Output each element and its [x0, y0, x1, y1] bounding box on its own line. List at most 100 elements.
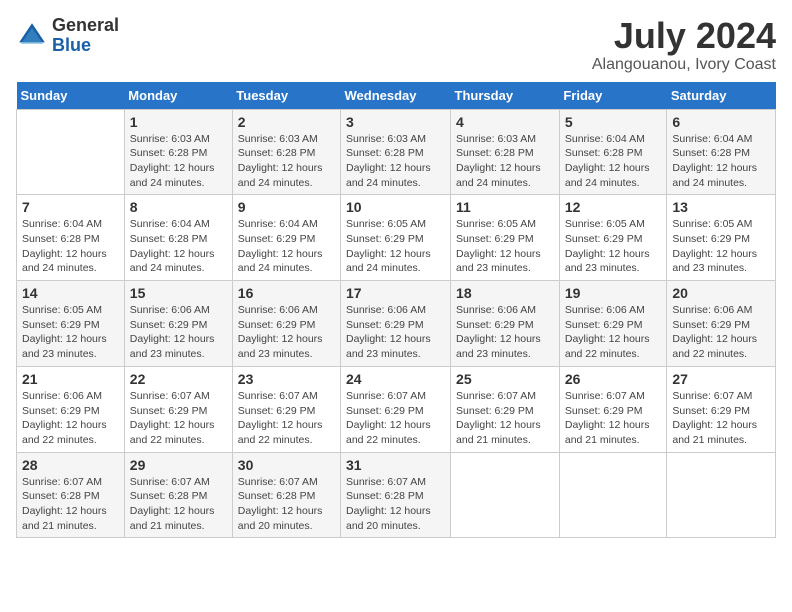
calendar-cell: 1Sunrise: 6:03 AMSunset: 6:28 PMDaylight…	[124, 109, 232, 195]
day-number: 11	[456, 199, 554, 215]
calendar-cell: 3 Sunrise: 6:03 AMSunset: 6:28 PMDaylight…	[341, 109, 451, 195]
day-number: 8	[130, 199, 227, 215]
day-number: 22	[130, 371, 227, 387]
day-info: Sunrise: 6:06 AMSunset: 6:29 PMDaylight:…	[346, 303, 445, 362]
day-info: Sunrise: 6:03 AMSunset: 6:28 PMDaylight:…	[346, 132, 445, 191]
calendar-cell: 19 Sunrise: 6:06 AMSunset: 6:29 PMDayligh…	[559, 281, 667, 367]
day-info: Sunrise: 6:05 AMSunset: 6:29 PMDaylight:…	[22, 303, 119, 362]
calendar-cell: 17 Sunrise: 6:06 AMSunset: 6:29 PMDayligh…	[341, 281, 451, 367]
day-info: Sunrise: 6:04 AMSunset: 6:29 PMDaylight:…	[238, 217, 335, 276]
day-number: 18	[456, 285, 554, 301]
day-info: Sunrise: 6:05 AMSunset: 6:29 PMDaylight:…	[346, 217, 445, 276]
calendar-cell: 15Sunrise: 6:06 AMSunset: 6:29 PMDayligh…	[124, 281, 232, 367]
day-number: 26	[565, 371, 662, 387]
calendar-cell: 5 Sunrise: 6:04 AMSunset: 6:28 PMDaylight…	[559, 109, 667, 195]
calendar-cell	[17, 109, 125, 195]
calendar-cell: 2 Sunrise: 6:03 AMSunset: 6:28 PMDaylight…	[232, 109, 340, 195]
day-number: 21	[22, 371, 119, 387]
calendar-cell: 26 Sunrise: 6:07 AMSunset: 6:29 PMDayligh…	[559, 366, 667, 452]
calendar-cell: 16 Sunrise: 6:06 AMSunset: 6:29 PMDayligh…	[232, 281, 340, 367]
day-info: Sunrise: 6:06 AMSunset: 6:29 PMDaylight:…	[238, 303, 335, 362]
day-info: Sunrise: 6:07 AMSunset: 6:28 PMDaylight:…	[130, 475, 227, 534]
day-info: Sunrise: 6:06 AMSunset: 6:29 PMDaylight:…	[565, 303, 662, 362]
calendar-cell: 20Sunrise: 6:06 AMSunset: 6:29 PMDayligh…	[667, 281, 776, 367]
calendar-cell: 23 Sunrise: 6:07 AMSunset: 6:29 PMDayligh…	[232, 366, 340, 452]
day-number: 3	[346, 114, 445, 130]
day-info: Sunrise: 6:05 AMSunset: 6:29 PMDaylight:…	[672, 217, 770, 276]
day-info: Sunrise: 6:04 AMSunset: 6:28 PMDaylight:…	[672, 132, 770, 191]
day-info: Sunrise: 6:07 AMSunset: 6:29 PMDaylight:…	[238, 389, 335, 448]
day-info: Sunrise: 6:06 AMSunset: 6:29 PMDaylight:…	[672, 303, 770, 362]
logo-text: General Blue	[52, 16, 119, 56]
calendar-cell	[451, 452, 560, 538]
day-number: 28	[22, 457, 119, 473]
day-number: 13	[672, 199, 770, 215]
day-number: 14	[22, 285, 119, 301]
day-info: Sunrise: 6:07 AMSunset: 6:29 PMDaylight:…	[346, 389, 445, 448]
day-number: 10	[346, 199, 445, 215]
day-info: Sunrise: 6:06 AMSunset: 6:29 PMDaylight:…	[456, 303, 554, 362]
calendar-week-row: 1Sunrise: 6:03 AMSunset: 6:28 PMDaylight…	[17, 109, 776, 195]
day-number: 31	[346, 457, 445, 473]
day-info: Sunrise: 6:07 AMSunset: 6:28 PMDaylight:…	[238, 475, 335, 534]
calendar-cell: 9 Sunrise: 6:04 AMSunset: 6:29 PMDaylight…	[232, 195, 340, 281]
day-info: Sunrise: 6:05 AMSunset: 6:29 PMDaylight:…	[565, 217, 662, 276]
calendar-cell: 31 Sunrise: 6:07 AMSunset: 6:28 PMDayligh…	[341, 452, 451, 538]
calendar-cell: 8 Sunrise: 6:04 AMSunset: 6:28 PMDaylight…	[124, 195, 232, 281]
day-info: Sunrise: 6:07 AMSunset: 6:29 PMDaylight:…	[565, 389, 662, 448]
title-area: July 2024 Alangouanou, Ivory Coast	[592, 16, 776, 74]
day-number: 9	[238, 199, 335, 215]
day-number: 25	[456, 371, 554, 387]
calendar-week-row: 28 Sunrise: 6:07 AMSunset: 6:28 PMDayligh…	[17, 452, 776, 538]
calendar-cell: 22 Sunrise: 6:07 AMSunset: 6:29 PMDayligh…	[124, 366, 232, 452]
day-info: Sunrise: 6:04 AMSunset: 6:28 PMDaylight:…	[130, 217, 227, 276]
day-info: Sunrise: 6:03 AMSunset: 6:28 PMDaylight:…	[130, 132, 227, 191]
day-number: 19	[565, 285, 662, 301]
calendar-week-row: 21Sunrise: 6:06 AMSunset: 6:29 PMDayligh…	[17, 366, 776, 452]
calendar-table: SundayMondayTuesdayWednesdayThursdayFrid…	[16, 82, 776, 539]
day-number: 16	[238, 285, 335, 301]
calendar-cell: 7 Sunrise: 6:04 AMSunset: 6:28 PMDaylight…	[17, 195, 125, 281]
calendar-cell: 10 Sunrise: 6:05 AMSunset: 6:29 PMDayligh…	[341, 195, 451, 281]
logo-icon	[16, 20, 48, 52]
day-info: Sunrise: 6:03 AMSunset: 6:28 PMDaylight:…	[238, 132, 335, 191]
calendar-week-row: 14 Sunrise: 6:05 AMSunset: 6:29 PMDayligh…	[17, 281, 776, 367]
calendar-cell: 24Sunrise: 6:07 AMSunset: 6:29 PMDayligh…	[341, 366, 451, 452]
day-info: Sunrise: 6:04 AMSunset: 6:28 PMDaylight:…	[565, 132, 662, 191]
day-info: Sunrise: 6:07 AMSunset: 6:28 PMDaylight:…	[22, 475, 119, 534]
calendar-cell: 6Sunrise: 6:04 AMSunset: 6:28 PMDaylight…	[667, 109, 776, 195]
day-info: Sunrise: 6:04 AMSunset: 6:28 PMDaylight:…	[22, 217, 119, 276]
weekday-header: Saturday	[667, 82, 776, 110]
weekday-header: Thursday	[451, 82, 560, 110]
day-number: 17	[346, 285, 445, 301]
calendar-cell: 11Sunrise: 6:05 AMSunset: 6:29 PMDayligh…	[451, 195, 560, 281]
day-number: 2	[238, 114, 335, 130]
day-number: 27	[672, 371, 770, 387]
day-info: Sunrise: 6:06 AMSunset: 6:29 PMDaylight:…	[130, 303, 227, 362]
calendar-week-row: 7 Sunrise: 6:04 AMSunset: 6:28 PMDaylight…	[17, 195, 776, 281]
page-header: General Blue July 2024 Alangouanou, Ivor…	[16, 16, 776, 74]
calendar-cell: 28 Sunrise: 6:07 AMSunset: 6:28 PMDayligh…	[17, 452, 125, 538]
day-number: 7	[22, 199, 119, 215]
calendar-cell: 27 Sunrise: 6:07 AMSunset: 6:29 PMDayligh…	[667, 366, 776, 452]
calendar-cell: 25 Sunrise: 6:07 AMSunset: 6:29 PMDayligh…	[451, 366, 560, 452]
logo: General Blue	[16, 16, 119, 56]
calendar-cell: 13 Sunrise: 6:05 AMSunset: 6:29 PMDayligh…	[667, 195, 776, 281]
day-info: Sunrise: 6:07 AMSunset: 6:29 PMDaylight:…	[672, 389, 770, 448]
calendar-cell	[559, 452, 667, 538]
calendar-cell: 29 Sunrise: 6:07 AMSunset: 6:28 PMDayligh…	[124, 452, 232, 538]
calendar-cell: 30 Sunrise: 6:07 AMSunset: 6:28 PMDayligh…	[232, 452, 340, 538]
logo-general: General	[52, 16, 119, 36]
day-info: Sunrise: 6:07 AMSunset: 6:28 PMDaylight:…	[346, 475, 445, 534]
day-number: 30	[238, 457, 335, 473]
calendar-cell: 21Sunrise: 6:06 AMSunset: 6:29 PMDayligh…	[17, 366, 125, 452]
day-number: 5	[565, 114, 662, 130]
calendar-cell: 14 Sunrise: 6:05 AMSunset: 6:29 PMDayligh…	[17, 281, 125, 367]
calendar-cell: 18 Sunrise: 6:06 AMSunset: 6:29 PMDayligh…	[451, 281, 560, 367]
day-info: Sunrise: 6:07 AMSunset: 6:29 PMDaylight:…	[130, 389, 227, 448]
day-number: 12	[565, 199, 662, 215]
calendar-cell: 4Sunrise: 6:03 AMSunset: 6:28 PMDaylight…	[451, 109, 560, 195]
day-number: 29	[130, 457, 227, 473]
day-info: Sunrise: 6:07 AMSunset: 6:29 PMDaylight:…	[456, 389, 554, 448]
day-number: 23	[238, 371, 335, 387]
